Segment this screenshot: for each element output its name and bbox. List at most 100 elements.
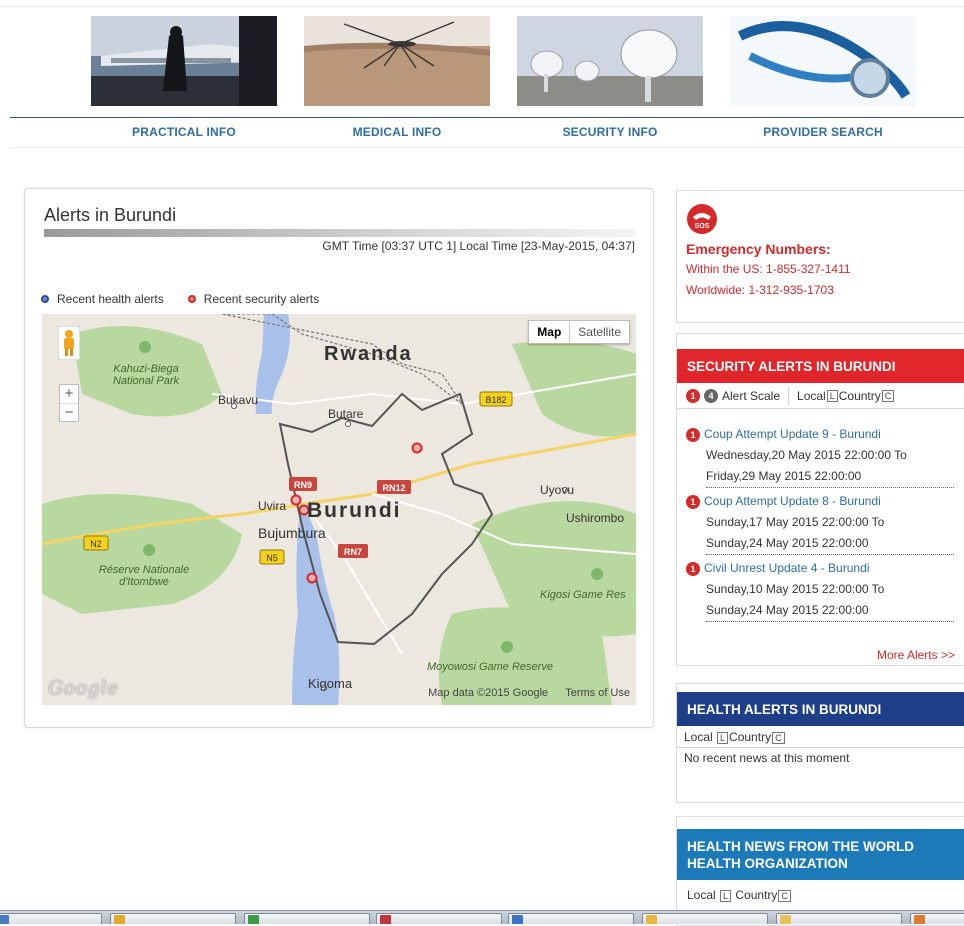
map-type-map-button[interactable]: Map xyxy=(529,321,571,343)
security-alert-item: 1 Coup Attempt Update 8 - Burundi Sunday,… xyxy=(686,491,956,555)
road-shield-rn12: RN12 xyxy=(377,480,411,494)
label-butare: Butare xyxy=(328,407,364,421)
street-view-pegman-icon[interactable] xyxy=(57,325,81,361)
nav-medical-info[interactable]: MEDICAL INFO xyxy=(304,125,490,139)
nav-security-info[interactable]: SECURITY INFO xyxy=(517,125,703,139)
map-legend: Recent health alerts Recent security ale… xyxy=(41,292,319,306)
provider-search-image[interactable] xyxy=(730,16,916,106)
security-alerts-header: SECURITY ALERTS IN BURUNDI xyxy=(677,349,964,383)
svg-text:B182: B182 xyxy=(485,395,506,405)
zoom-out-button[interactable]: − xyxy=(60,403,78,421)
os-taskbar xyxy=(0,910,964,924)
taskbar-button[interactable] xyxy=(376,913,502,924)
taskbar-button[interactable] xyxy=(642,913,768,924)
road-shield-b182: B182 xyxy=(479,391,513,407)
alert-title-link[interactable]: Civil Unrest Update 4 - Burundi xyxy=(704,561,869,575)
road-shield-rn9: RN9 xyxy=(289,477,317,491)
security-alerts-box: SECURITY ALERTS IN BURUNDI 1 4 Alert Sca… xyxy=(676,333,964,666)
map-canvas[interactable]: B182 RN9 RN12 RN7 N2 N5 Rwanda Burundi K… xyxy=(42,314,636,705)
nav-provider-search[interactable]: PROVIDER SEARCH xyxy=(730,125,916,139)
alert-dates-end: Sunday,24 May 2015 22:00:00 xyxy=(706,600,954,622)
more-alerts-link[interactable]: More Alerts >> xyxy=(677,648,955,662)
medical-info-image[interactable] xyxy=(304,16,490,106)
zoom-control: + − xyxy=(59,384,79,422)
taskbar-button[interactable] xyxy=(244,913,370,924)
taskbar-button[interactable] xyxy=(508,913,634,924)
road-shield-n5: N5 xyxy=(259,549,285,565)
taskbar-button[interactable] xyxy=(910,913,964,924)
health-alerts-header: HEALTH ALERTS IN BURUNDI xyxy=(677,692,964,726)
practical-info-image[interactable] xyxy=(91,16,277,106)
svg-text:RN12: RN12 xyxy=(382,483,405,493)
label-kigoma: Kigoma xyxy=(308,676,353,691)
label-reserve-2: d'Itombwe xyxy=(119,576,169,588)
google-logo[interactable]: Google xyxy=(48,677,119,699)
local-marker-icon: L xyxy=(720,890,732,902)
zoom-in-button[interactable]: + xyxy=(60,385,78,403)
who-news-header: HEALTH NEWS FROM THE WORLD HEALTH ORGANIZ… xyxy=(677,829,964,880)
top-divider xyxy=(0,6,964,7)
label-moyowosi: Moyowosi Game Reserve xyxy=(427,661,553,673)
health-alerts-box: HEALTH ALERTS IN BURUNDI Local L Country C… xyxy=(676,683,964,803)
local-marker-icon: L xyxy=(717,732,729,744)
local-label: Local xyxy=(684,730,713,744)
emergency-worldwide-number: Worldwide: 1-312-935-1703 xyxy=(686,283,834,297)
health-scope-row: Local L Country C xyxy=(677,726,964,748)
country-label: Country xyxy=(735,888,778,902)
health-alert-dot-icon xyxy=(41,295,49,303)
nav-bottom-divider xyxy=(10,147,964,148)
alert-title-link[interactable]: Coup Attempt Update 9 - Burundi xyxy=(704,427,881,441)
svg-text:RN9: RN9 xyxy=(294,480,312,490)
security-alert-item: 1 Civil Unrest Update 4 - Burundi Sunday,… xyxy=(686,558,956,622)
security-alert-item: 1 Coup Attempt Update 9 - Burundi Wednesd… xyxy=(686,424,956,488)
alert-title-link[interactable]: Coup Attempt Update 8 - Burundi xyxy=(704,494,881,508)
park-marker-icon xyxy=(501,641,513,653)
taskbar-button[interactable] xyxy=(110,913,236,924)
alert-dates-end: Friday,29 May 2015 22:00:00 xyxy=(706,466,954,488)
label-reserve: Réserve Nationale xyxy=(99,564,190,576)
label-rwanda: Rwanda xyxy=(324,343,413,365)
alerts-map[interactable]: B182 RN9 RN12 RN7 N2 N5 Rwanda Burundi K… xyxy=(42,314,636,705)
security-info-image[interactable] xyxy=(517,16,703,106)
alert-dates-end: Sunday,24 May 2015 22:00:00 xyxy=(706,533,954,555)
security-alert-dot-icon xyxy=(187,295,196,303)
label-bujumbura: Bujumbura xyxy=(258,525,326,541)
label-ushirombo: Ushirombo xyxy=(566,511,624,525)
svg-text:RN7: RN7 xyxy=(344,547,362,557)
nav-practical-info[interactable]: PRACTICAL INFO xyxy=(91,125,277,139)
map-data-credit: Map data ©2015 Google xyxy=(428,687,549,699)
map-type-control: Map Satellite xyxy=(528,320,630,344)
security-alert-marker[interactable] xyxy=(290,494,302,506)
label-uyovu: Uyovu xyxy=(540,483,574,497)
taskbar-button[interactable] xyxy=(776,913,902,924)
alert-scale-link[interactable]: Alert Scale xyxy=(722,389,780,403)
legend-security-label: Recent security alerts xyxy=(203,292,320,306)
nav-divider xyxy=(10,117,964,118)
park-marker-icon xyxy=(139,341,151,353)
alert-level-icon: 1 xyxy=(686,562,700,576)
alert-level-icon: 1 xyxy=(686,428,700,442)
map-type-satellite-button[interactable]: Satellite xyxy=(570,321,629,343)
security-alert-marker[interactable] xyxy=(411,442,423,454)
road-shield-rn7: RN7 xyxy=(338,544,368,558)
label-bukavu: Bukavu xyxy=(218,393,258,407)
terms-of-use-link[interactable]: Terms of Use xyxy=(565,687,630,699)
emergency-title: Emergency Numbers: xyxy=(686,241,831,257)
road-shield-n2: N2 xyxy=(83,535,109,551)
taskbar-button[interactable] xyxy=(0,913,102,924)
local-label: Local xyxy=(687,888,716,902)
label-uvira: Uvira xyxy=(258,499,286,513)
security-alert-marker[interactable] xyxy=(306,572,318,584)
label-kahuzi: Kahuzi-Biega xyxy=(113,363,178,375)
alert-level-icon: 1 xyxy=(686,495,700,509)
label-kahuzi-2: National Park xyxy=(113,375,180,387)
country-marker-icon: C xyxy=(881,389,895,402)
alerts-panel: Alerts in Burundi GMT Time [03:37 UTC 1]… xyxy=(24,188,654,728)
alert-dates: Wednesday,20 May 2015 22:00:00 To xyxy=(706,448,907,462)
time-display: GMT Time [03:37 UTC 1] Local Time [23-Ma… xyxy=(322,239,635,253)
svg-text:SOS: SOS xyxy=(695,223,710,230)
local-marker-icon: L xyxy=(826,389,838,402)
alerts-title: Alerts in Burundi xyxy=(44,205,177,225)
emergency-numbers-box: SOS Emergency Numbers: Within the US: 1-… xyxy=(676,190,964,323)
sos-phone-icon: SOS xyxy=(686,203,718,240)
